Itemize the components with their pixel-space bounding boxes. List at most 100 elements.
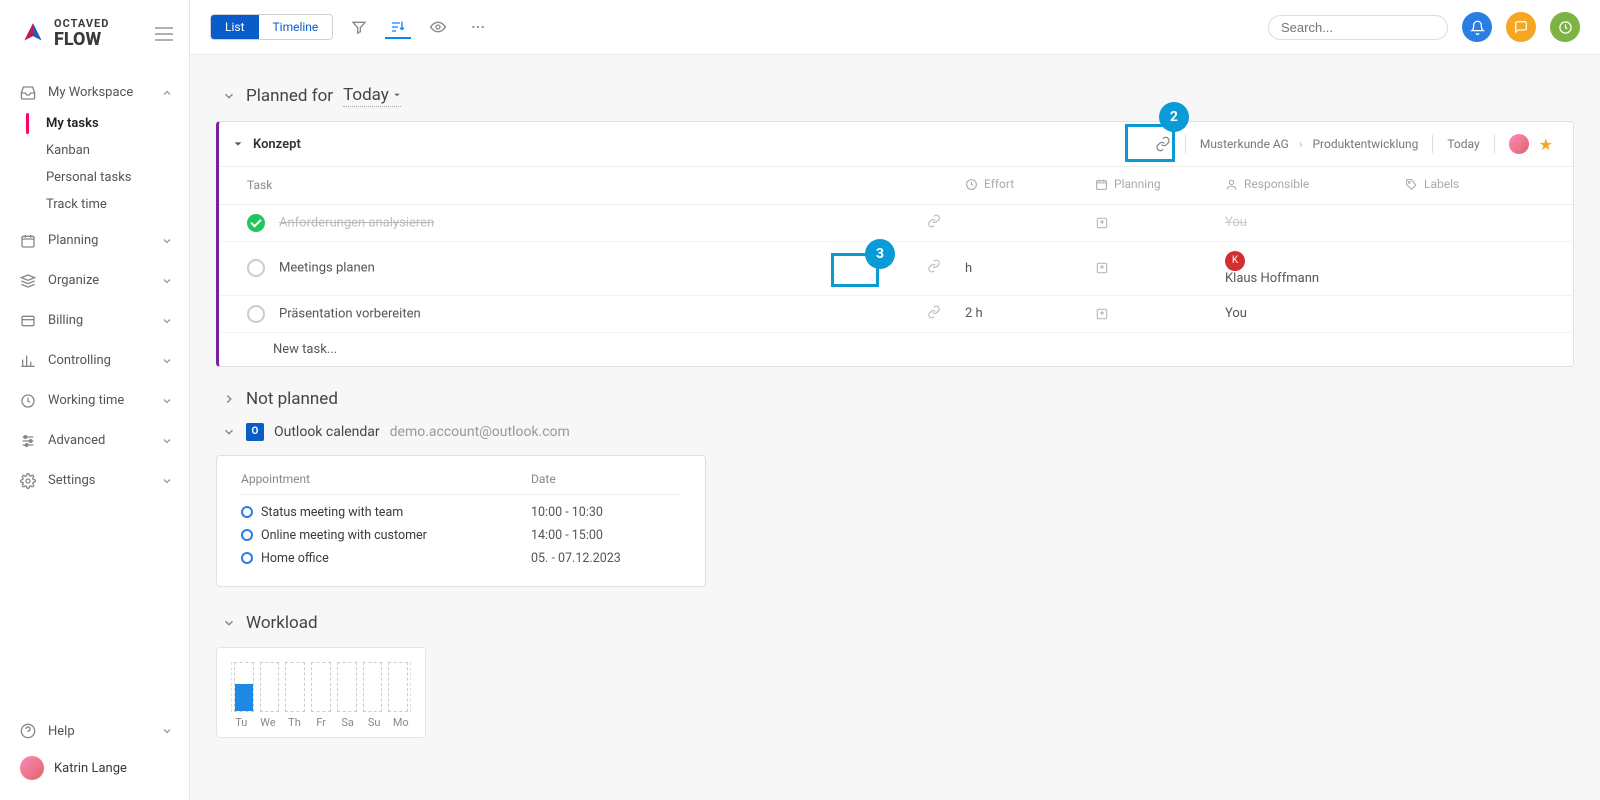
user-avatar [20, 756, 44, 780]
workload-bar [388, 662, 408, 712]
task-effort[interactable]: 2 h [953, 295, 1083, 332]
outlook-row[interactable]: Home office 05. - 07.12.2023 [241, 547, 681, 570]
task-responsible[interactable]: K Klaus Hoffmann [1213, 241, 1393, 295]
appointment-date: 05. - 07.12.2023 [531, 551, 681, 566]
not-planned-section-header[interactable]: Not planned [222, 389, 1574, 409]
visibility-icon[interactable] [425, 15, 451, 39]
sort-icon[interactable] [385, 15, 411, 39]
sidebar: OCTAVEDFLOW My Workspace My tasksKanbanP… [0, 0, 190, 800]
chevron-down-icon [222, 425, 236, 439]
task-row[interactable]: Meetings planen3hK Klaus Hoffmann [219, 241, 1573, 295]
task-effort[interactable] [953, 204, 1083, 241]
breadcrumb-project[interactable]: Produktentwicklung [1312, 137, 1418, 151]
nav-controlling[interactable]: Controlling [0, 344, 189, 378]
card-avatar[interactable] [1509, 134, 1529, 154]
sidebar-item-track-time[interactable]: Track time [2, 191, 189, 218]
sidebar-item-personal-tasks[interactable]: Personal tasks [2, 164, 189, 191]
workload-bar [234, 662, 254, 712]
planning-icon[interactable] [1095, 307, 1201, 321]
current-user[interactable]: Katrin Lange [20, 748, 173, 780]
task-status[interactable] [247, 214, 265, 232]
responsible-avatar: K [1225, 251, 1245, 271]
controlling-icon [20, 353, 36, 369]
col-labels: Labels [1424, 177, 1459, 191]
chevron-down-icon [222, 616, 236, 630]
notifications-button[interactable] [1462, 12, 1492, 42]
nav-workspace-label: My Workspace [48, 85, 133, 100]
star-icon[interactable]: ★ [1539, 135, 1553, 154]
timer-button[interactable] [1550, 12, 1580, 42]
chevron-down-icon [161, 475, 173, 487]
nav-planning[interactable]: Planning [0, 224, 189, 258]
task-title: Anforderungen analysieren [279, 215, 434, 230]
outlook-section-header[interactable]: O Outlook calendar demo.account@outlook.… [222, 423, 1574, 441]
search-box[interactable] [1268, 15, 1448, 40]
planned-section-header[interactable]: Planned for Today [222, 85, 1574, 107]
nav-workspace[interactable]: My Workspace [0, 76, 189, 110]
nav-help[interactable]: Help [20, 714, 173, 748]
card-date: Today [1447, 137, 1479, 151]
appointment-date: 10:00 - 10:30 [531, 505, 681, 520]
appointment-title: Home office [261, 551, 329, 566]
workload-bar [285, 662, 305, 712]
outlook-row[interactable]: Online meeting with customer14:00 - 15:0… [241, 524, 681, 547]
task-labels[interactable] [1393, 295, 1573, 332]
outlook-row[interactable]: Status meeting with team10:00 - 10:30 [241, 501, 681, 524]
task-responsible[interactable]: You [1213, 295, 1393, 332]
nav-organize[interactable]: Organize [0, 264, 189, 298]
chevron-down-icon [222, 89, 236, 103]
annotation-badge-2: 2 [1159, 102, 1189, 132]
caret-down-icon[interactable] [233, 139, 243, 149]
outlook-icon: O [246, 423, 264, 441]
task-status[interactable] [247, 305, 265, 323]
planned-period-dropdown[interactable]: Today [343, 85, 401, 107]
nav-billing[interactable]: Billing [0, 304, 189, 338]
task-row[interactable]: Präsentation vorbereiten2 hYou [219, 295, 1573, 332]
chevron-down-icon [161, 235, 173, 247]
chevron-down-icon [161, 315, 173, 327]
sidebar-item-my-tasks[interactable]: My tasks [2, 110, 189, 137]
breadcrumb-client[interactable]: Musterkunde AG [1200, 137, 1289, 151]
outlook-card: Appointment Date Status meeting with tea… [216, 455, 706, 587]
search-input[interactable] [1281, 20, 1457, 35]
link-icon[interactable] [927, 214, 941, 228]
nav-help-label: Help [48, 724, 75, 739]
col-effort: Effort [984, 177, 1014, 191]
workload-day-label: Th [284, 716, 305, 729]
workload-bar [260, 662, 280, 712]
task-labels[interactable] [1393, 241, 1573, 295]
task-effort[interactable]: h [953, 241, 1083, 295]
sidebar-toggle-icon[interactable] [155, 27, 173, 41]
nav-advanced[interactable]: Advanced [0, 424, 189, 458]
col-task: Task [219, 167, 953, 204]
planning-icon[interactable] [1095, 216, 1201, 230]
planning-icon[interactable] [1095, 261, 1201, 275]
task-row[interactable]: Anforderungen analysieren You [219, 204, 1573, 241]
task-title: Meetings planen [279, 260, 375, 275]
inbox-icon [20, 85, 36, 101]
outlook-col-date: Date [531, 472, 681, 486]
link-icon[interactable]: 3 [927, 259, 941, 273]
nav-settings[interactable]: Settings [0, 464, 189, 498]
planning-icon [20, 233, 36, 249]
task-labels[interactable] [1393, 204, 1573, 241]
view-list-button[interactable]: List [211, 15, 259, 39]
caret-down-icon [393, 91, 401, 99]
nav-working-time[interactable]: Working time [0, 384, 189, 418]
filter-icon[interactable] [347, 15, 371, 39]
workload-section-header[interactable]: Workload [222, 613, 1574, 633]
logo-bottom: FLOW [54, 30, 109, 50]
link-icon[interactable] [927, 305, 941, 319]
new-task-input[interactable]: New task... [219, 332, 1573, 366]
more-icon[interactable] [465, 15, 491, 39]
workload-day-label: Su [364, 716, 385, 729]
task-status[interactable] [247, 259, 265, 277]
planned-label: Planned for [246, 86, 333, 106]
task-responsible[interactable]: You [1213, 204, 1393, 241]
annotation-badge-3: 3 [865, 239, 895, 269]
notes-button[interactable] [1506, 12, 1536, 42]
view-timeline-button[interactable]: Timeline [259, 15, 333, 39]
appointment-title: Online meeting with customer [261, 528, 427, 543]
sidebar-item-kanban[interactable]: Kanban [2, 137, 189, 164]
outlook-col-appointment: Appointment [241, 472, 491, 486]
